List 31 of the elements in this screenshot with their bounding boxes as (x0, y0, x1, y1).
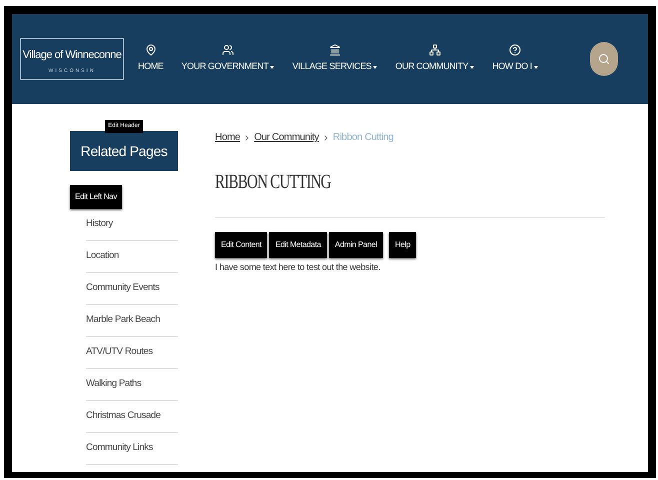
related-pages-heading: Related Pages (70, 131, 178, 171)
pin-icon (144, 44, 157, 56)
sidebar-link[interactable]: History (86, 209, 178, 241)
search-icon (598, 53, 610, 65)
sidebar-link[interactable]: Location (86, 241, 178, 273)
nav-link[interactable]: OUR COMMUNITY (395, 44, 474, 74)
admin-button[interactable]: Admin Panel (328, 232, 383, 258)
people-icon (222, 44, 234, 56)
nav-link[interactable]: HOME (138, 44, 164, 74)
nav-link[interactable]: YOUR GOVERNMENT (181, 44, 274, 74)
breadcrumb-link[interactable]: Home (215, 130, 240, 145)
sidebar-link[interactable]: Walking Paths (86, 369, 178, 401)
breadcrumb-link[interactable]: Our Community (254, 130, 319, 145)
sidebar-link[interactable]: ATV/UTV Routes (86, 337, 178, 369)
sidebar-link[interactable]: Community Events (86, 273, 178, 305)
hierarchy-icon (428, 44, 441, 56)
page-title: RIBBON CUTTING (215, 170, 332, 195)
nav-link[interactable]: HOW DO I (492, 44, 538, 74)
logo-title: Village of Winneconne (22, 48, 122, 63)
admin-button[interactable]: Help (388, 232, 416, 258)
building-icon (328, 44, 341, 56)
edit-left-nav-button[interactable]: Edit Left Nav (70, 185, 122, 209)
sidebar-link[interactable]: Marble Park Beach (86, 305, 178, 337)
sidebar-link[interactable]: Christmas Crusade (86, 401, 178, 433)
admin-button[interactable]: Edit Metadata (269, 232, 327, 258)
sidebar-link[interactable]: Community Links (86, 433, 178, 465)
admin-button[interactable]: Edit Content (215, 232, 268, 258)
search-button[interactable] (590, 42, 618, 76)
body-text: I have some text here to test out the website. (215, 261, 382, 274)
nav-link[interactable]: VILLAGE SERVICES (292, 44, 378, 74)
question-icon (509, 44, 522, 56)
